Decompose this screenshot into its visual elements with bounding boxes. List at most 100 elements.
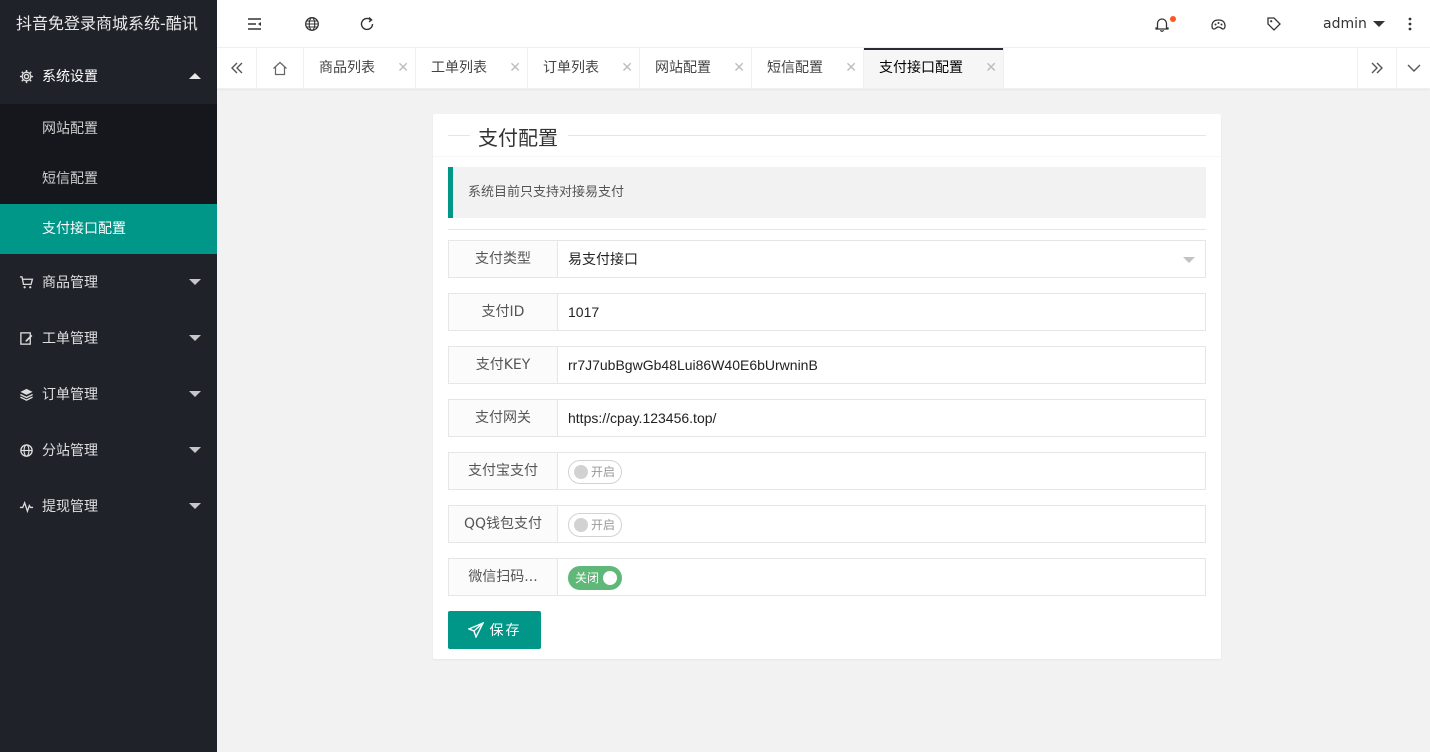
- layers-icon: [18, 386, 34, 402]
- globe-icon[interactable]: [292, 0, 332, 48]
- form-row-pay-gateway: 支付网关 https://cpay.123456.top/: [448, 399, 1206, 437]
- toggle-knob: [574, 518, 588, 532]
- nav-label: 工单管理: [42, 331, 98, 347]
- caret-down-icon: [189, 279, 201, 285]
- nav-label: 分站管理: [42, 443, 98, 459]
- tag-icon[interactable]: [1254, 0, 1294, 48]
- wechat-toggle[interactable]: 关闭: [568, 566, 623, 590]
- pay-key-input[interactable]: rr7J7ubBgwGb48Lui86W40E6bUrwninB: [557, 346, 1206, 384]
- caret-up-icon: [189, 73, 201, 79]
- caret-down-icon: [189, 503, 201, 509]
- toggle-text: 开启: [591, 465, 616, 479]
- title-divider-right: [568, 135, 1206, 136]
- close-icon[interactable]: ✕: [621, 48, 633, 88]
- close-icon[interactable]: ✕: [733, 48, 745, 88]
- edit-icon: [18, 330, 34, 346]
- field-label: 支付宝支付: [448, 452, 558, 490]
- form-row-qqwallet: QQ钱包支付 开启: [448, 505, 1206, 543]
- send-icon: [467, 622, 484, 638]
- nav-label: 订单管理: [42, 387, 98, 403]
- form-row-pay-type: 支付类型 易支付接口: [448, 240, 1206, 278]
- page-tabs: 商品列表 ✕ 工单列表 ✕ 订单列表 ✕ 网站配置 ✕ 短信配置 ✕ 支付接口配…: [217, 48, 1430, 89]
- caret-down-icon: [189, 391, 201, 397]
- tab-label: 短信配置: [767, 60, 823, 76]
- caret-down-icon: [1372, 21, 1385, 27]
- home-icon[interactable]: [257, 48, 304, 88]
- field-label: 支付KEY: [448, 346, 558, 384]
- caret-down-icon: [189, 335, 201, 341]
- toggle-text: 开启: [591, 518, 616, 532]
- tabs-menu-chevron-down-icon[interactable]: [1397, 48, 1430, 88]
- field-label: 支付ID: [448, 293, 558, 331]
- close-icon[interactable]: ✕: [509, 48, 521, 88]
- switch-container: 开启: [557, 452, 1206, 490]
- title-divider-left: [448, 135, 470, 136]
- form-row-pay-key: 支付KEY rr7J7ubBgwGb48Lui86W40E6bUrwninB: [448, 346, 1206, 384]
- tab-label: 订单列表: [543, 60, 599, 76]
- globe-icon: [18, 442, 34, 458]
- nav-ticket-management[interactable]: 工单管理: [0, 310, 217, 366]
- tabs-scroll-left-icon[interactable]: [217, 48, 257, 88]
- menu-toggle-icon[interactable]: [235, 0, 275, 48]
- field-label: 微信扫码...: [448, 558, 558, 596]
- tab-site-config[interactable]: 网站配置 ✕: [640, 48, 752, 88]
- form-row-alipay: 支付宝支付 开启: [448, 452, 1206, 490]
- save-button[interactable]: 保存: [448, 611, 541, 649]
- top-header: admin: [217, 0, 1430, 48]
- tab-label: 工单列表: [431, 60, 487, 76]
- alipay-toggle[interactable]: 开启: [568, 460, 623, 484]
- pay-type-select[interactable]: 易支付接口: [557, 240, 1206, 278]
- field-label: 支付类型: [448, 240, 558, 278]
- close-icon[interactable]: ✕: [397, 48, 409, 88]
- nav-goods-management[interactable]: 商品管理: [0, 254, 217, 310]
- tab-payment-config[interactable]: 支付接口配置 ✕: [864, 48, 1004, 88]
- save-label: 保存: [489, 623, 522, 639]
- sidebar: 抖音免登录商城系统-酷讯 系统设置 网站配置 短信配置 支付接口配置 商品管理 …: [0, 0, 217, 752]
- nav-system-settings[interactable]: 系统设置: [0, 48, 217, 104]
- page-title: 支付配置: [478, 126, 558, 150]
- sidebar-item-sms-config[interactable]: 短信配置: [0, 154, 217, 204]
- gear-icon: [18, 68, 34, 84]
- toggle-knob: [574, 465, 588, 479]
- sidebar-item-site-config[interactable]: 网站配置: [0, 104, 217, 154]
- tab-ticket-list[interactable]: 工单列表 ✕: [416, 48, 528, 88]
- tab-order-list[interactable]: 订单列表 ✕: [528, 48, 640, 88]
- form-divider: [448, 229, 1206, 230]
- more-vertical-icon[interactable]: [1390, 0, 1430, 48]
- cart-icon: [18, 274, 34, 290]
- theme-palette-icon[interactable]: [1198, 0, 1238, 48]
- pulse-icon: [18, 498, 34, 514]
- close-icon[interactable]: ✕: [845, 48, 857, 88]
- nav-label: 提现管理: [42, 499, 98, 515]
- toggle-text: 关闭: [575, 571, 600, 585]
- nav-label: 系统设置: [42, 69, 98, 85]
- tab-label: 商品列表: [319, 60, 375, 76]
- toggle-knob: [603, 571, 618, 585]
- card-header: 支付配置: [433, 114, 1221, 157]
- switch-container: 关闭: [557, 558, 1206, 596]
- nav-withdraw-management[interactable]: 提现管理: [0, 478, 217, 534]
- pay-id-input[interactable]: 1017: [557, 293, 1206, 331]
- tab-label: 网站配置: [655, 60, 711, 76]
- caret-down-icon: [189, 447, 201, 453]
- user-menu[interactable]: admin: [1323, 0, 1385, 48]
- pay-gateway-input[interactable]: https://cpay.123456.top/: [557, 399, 1206, 437]
- nav-substation-management[interactable]: 分站管理: [0, 422, 217, 478]
- tab-sms-config[interactable]: 短信配置 ✕: [752, 48, 864, 88]
- sidebar-item-payment-config[interactable]: 支付接口配置: [0, 204, 217, 254]
- submenu-system-settings: 网站配置 短信配置 支付接口配置: [0, 104, 217, 254]
- notice-banner: 系统目前只支持对接易支付: [448, 167, 1206, 218]
- username: admin: [1323, 16, 1367, 32]
- tab-goods-list[interactable]: 商品列表 ✕: [304, 48, 416, 88]
- notification-dot: [1170, 16, 1176, 22]
- qqwallet-toggle[interactable]: 开启: [568, 513, 623, 537]
- notification-bell-icon[interactable]: [1142, 0, 1182, 48]
- payment-config-card: 支付配置 系统目前只支持对接易支付 支付类型 易支付接口 支付ID 1017 支…: [433, 114, 1221, 659]
- refresh-icon[interactable]: [347, 0, 387, 48]
- tabs-scroll-right-icon[interactable]: [1357, 48, 1397, 88]
- field-label: 支付网关: [448, 399, 558, 437]
- nav-order-management[interactable]: 订单管理: [0, 366, 217, 422]
- form-row-pay-id: 支付ID 1017: [448, 293, 1206, 331]
- close-icon[interactable]: ✕: [985, 48, 997, 88]
- field-label: QQ钱包支付: [448, 505, 558, 543]
